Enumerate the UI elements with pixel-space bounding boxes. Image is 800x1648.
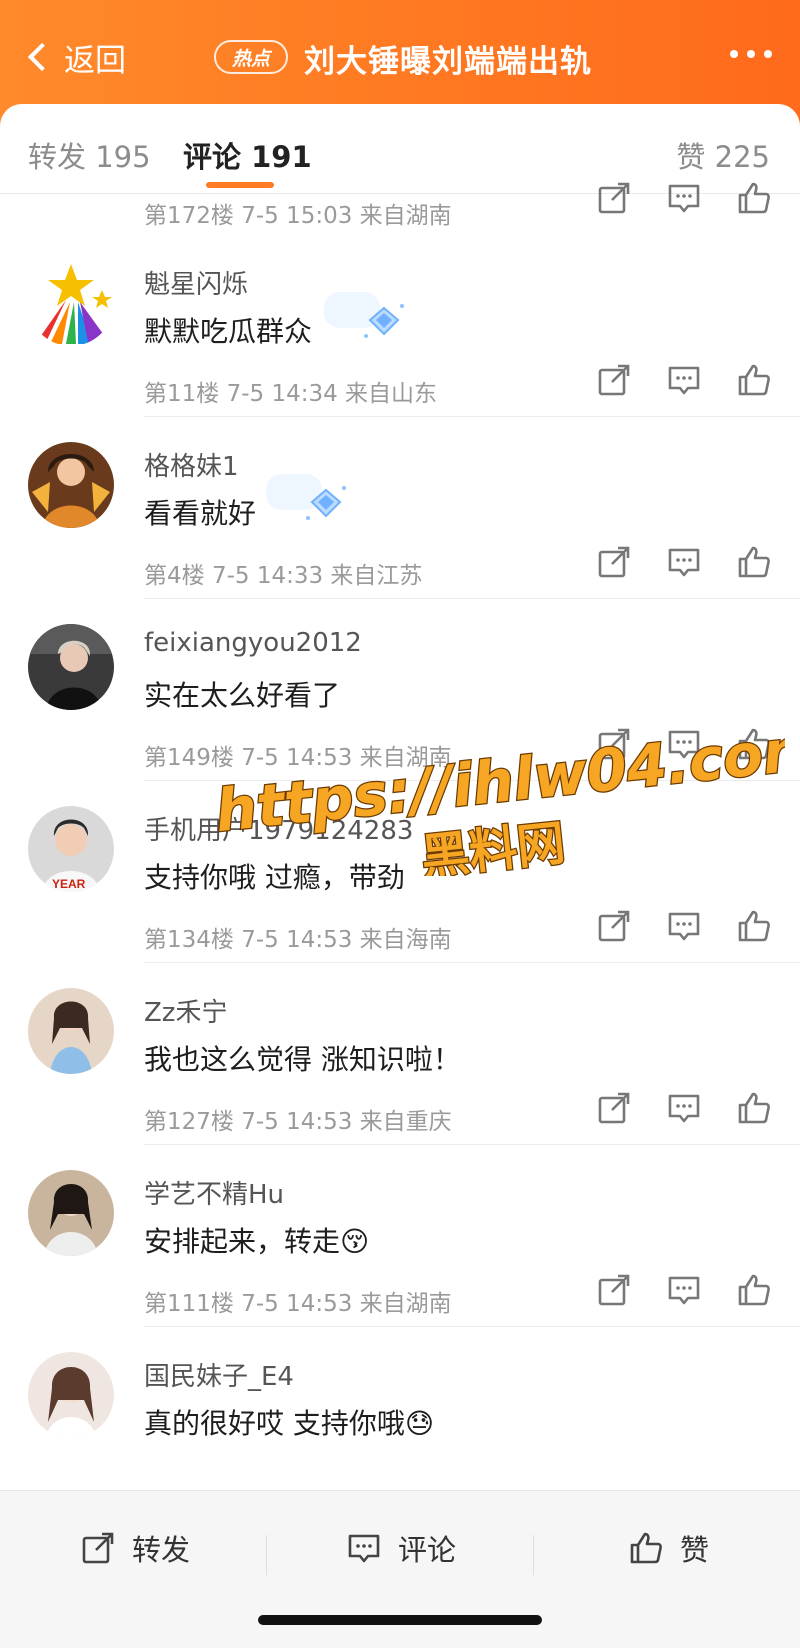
comment-sheet: 转发 195 评论 191 赞 225 第172楼 7-5 15:03 来自湖南… — [0, 104, 800, 1490]
list-item: 魁星闪烁 默默吃瓜群众 第11楼 7-5 14:34 来自山东 — [0, 236, 800, 417]
comment-meta: 第134楼 7-5 14:53 来自海南 — [144, 927, 452, 953]
comment-username[interactable]: 手机用户1979124283 — [144, 810, 413, 847]
share-icon[interactable] — [596, 908, 632, 944]
comment-text: 实在太么好看了 — [144, 679, 341, 712]
share-icon[interactable] — [596, 1272, 632, 1308]
thumbs-up-icon[interactable] — [736, 908, 772, 944]
share-icon[interactable] — [596, 544, 632, 580]
back-label: 返回 — [64, 42, 126, 79]
divider — [144, 598, 800, 599]
comment-icon[interactable] — [666, 362, 702, 398]
comment-button[interactable]: 评论 — [346, 1527, 456, 1569]
comment-username[interactable]: 格格妹1 — [144, 446, 239, 483]
avatar[interactable] — [28, 1352, 114, 1438]
repost-button[interactable]: 转发 — [80, 1527, 190, 1569]
comment-icon[interactable] — [666, 726, 702, 762]
comment-username[interactable]: Zz禾宁 — [144, 992, 227, 1029]
previous-comment-meta: 第172楼 7-5 15:03 来自湖南 — [144, 203, 452, 229]
thumbs-up-icon[interactable] — [736, 362, 772, 398]
comment-actions — [596, 544, 772, 580]
share-icon[interactable] — [596, 726, 632, 762]
thumbs-up-icon[interactable] — [736, 180, 772, 216]
comment-meta: 第111楼 7-5 14:53 来自湖南 — [144, 1291, 452, 1317]
diamond-sticker-icon — [262, 470, 352, 530]
comment-actions — [596, 362, 772, 398]
comment-icon[interactable] — [666, 180, 702, 216]
tab-active-indicator — [206, 182, 274, 188]
comment-text: 默默吃瓜群众 — [144, 315, 313, 348]
avatar[interactable] — [28, 624, 114, 710]
share-icon[interactable] — [596, 180, 632, 216]
comment-meta: 第149楼 7-5 14:53 来自湖南 — [144, 745, 452, 771]
comment-icon[interactable] — [666, 1090, 702, 1126]
list-item: 学艺不精Hu 安排起来，转走😚 第111楼 7-5 14:53 来自湖南 — [0, 1146, 800, 1327]
comment-text: 看看就好 — [144, 497, 257, 530]
repost-label: 转发 — [132, 1533, 191, 1567]
like-label: 赞 — [680, 1533, 710, 1567]
avatar[interactable]: YEAR — [28, 806, 114, 892]
comment-username[interactable]: feixiangyou2012 — [144, 628, 362, 658]
comment-actions — [596, 1272, 772, 1308]
divider — [266, 1535, 267, 1575]
divider — [144, 1326, 800, 1327]
tab-comment[interactable]: 评论 191 — [183, 134, 312, 176]
list-item: 格格妹1 看看就好 第4楼 7-5 14:33 来自江苏 — [0, 418, 800, 599]
avatar[interactable] — [28, 1170, 114, 1256]
thumbs-up-icon[interactable] — [736, 1090, 772, 1126]
thumbs-up-icon[interactable] — [736, 1272, 772, 1308]
share-icon[interactable] — [596, 362, 632, 398]
comment-text: 真的很好哎 支持你哦😓 — [144, 1407, 435, 1440]
tab-like[interactable]: 赞 225 — [676, 134, 770, 176]
list-item: YEAR 手机用户1979124283 支持你哦 过瘾，带劲 第134楼 7-5… — [0, 782, 800, 963]
more-icon[interactable] — [730, 50, 772, 58]
comment-meta: 第11楼 7-5 14:34 来自山东 — [144, 381, 438, 407]
divider — [144, 780, 800, 781]
comment-actions — [596, 908, 772, 944]
previous-comment-actions — [596, 180, 772, 216]
thumbs-up-icon — [630, 1532, 662, 1564]
comment-text: 我也这么觉得 涨知识啦！ — [144, 1043, 461, 1076]
comment-icon[interactable] — [666, 544, 702, 580]
avatar[interactable] — [28, 988, 114, 1074]
divider — [144, 1144, 800, 1145]
like-button[interactable]: 赞 — [628, 1527, 709, 1569]
comment-username[interactable]: 国民妹子_E4 — [144, 1356, 294, 1393]
home-indicator[interactable] — [258, 1615, 542, 1625]
tab-repost[interactable]: 转发 195 — [28, 134, 151, 176]
comment-actions — [596, 726, 772, 762]
comment-username[interactable]: 魁星闪烁 — [144, 264, 248, 301]
thumbs-up-icon[interactable] — [736, 726, 772, 762]
comment-meta: 第127楼 7-5 14:53 来自重庆 — [144, 1109, 452, 1135]
thumbs-up-icon[interactable] — [736, 544, 772, 580]
comment-username[interactable]: 学艺不精Hu — [144, 1174, 284, 1211]
comment-actions — [596, 1090, 772, 1126]
comment-icon — [348, 1534, 380, 1563]
divider — [144, 962, 800, 963]
list-item: Zz禾宁 我也这么觉得 涨知识啦！ 第127楼 7-5 14:53 来自重庆 — [0, 964, 800, 1145]
page-title: 刘大锤曝刘端端出轨 — [304, 44, 592, 80]
comment-text: 支持你哦 过瘾，带劲 — [144, 861, 405, 894]
avatar[interactable] — [28, 442, 114, 528]
comment-meta: 第4楼 7-5 14:33 来自江苏 — [144, 563, 423, 589]
comment-icon[interactable] — [666, 1272, 702, 1308]
comment-text: 安排起来，转走😚 — [144, 1225, 370, 1258]
hot-badge: 热点 — [214, 40, 288, 74]
divider — [533, 1535, 534, 1575]
list-item: 国民妹子_E4 真的很好哎 支持你哦😓 — [0, 1328, 800, 1490]
bottom-action-bar: 转发 评论 赞 — [0, 1490, 800, 1648]
avatar[interactable] — [28, 260, 114, 346]
svg-text:YEAR: YEAR — [52, 877, 86, 891]
comment-icon[interactable] — [666, 908, 702, 944]
divider — [144, 416, 800, 417]
share-icon[interactable] — [596, 1090, 632, 1126]
back-button[interactable]: 返回 — [22, 34, 126, 80]
diamond-sticker-icon — [320, 288, 410, 348]
list-item: feixiangyou2012 实在太么好看了 第149楼 7-5 14:53 … — [0, 600, 800, 781]
comment-label: 评论 — [398, 1533, 457, 1567]
chevron-left-icon — [27, 42, 57, 72]
share-icon — [82, 1532, 114, 1564]
